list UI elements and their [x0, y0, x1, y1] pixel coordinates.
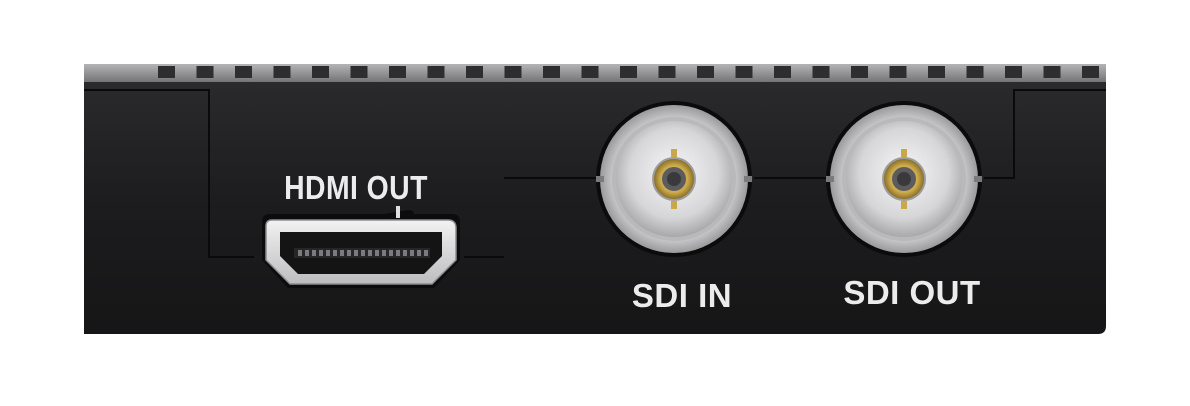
bnc-connector-icon: [596, 101, 752, 257]
vent-slot: [928, 66, 945, 78]
vent-slot: [504, 66, 522, 78]
vent-slot: [697, 66, 714, 78]
vent-slot: [235, 66, 252, 78]
vent-slot: [620, 66, 637, 78]
vent-slot: [543, 66, 560, 78]
hdmi-pin: [361, 250, 365, 256]
hdmi-pin: [389, 250, 393, 256]
hdmi-pin: [340, 250, 344, 256]
sdi-out-label: SDI OUT: [843, 274, 981, 311]
hdmi-out-label: HDMI OUT: [284, 169, 428, 206]
converter-device: HDMI OUT SDI IN SDI OUT: [84, 64, 1106, 334]
vent-slot: [158, 66, 175, 78]
hdmi-pin: [382, 250, 386, 256]
vent-slot: [196, 66, 214, 78]
vent-slot: [1082, 66, 1099, 78]
vent-slot: [389, 66, 406, 78]
hdmi-pin: [305, 250, 309, 256]
vent-slot: [312, 66, 329, 78]
hdmi-pin: [326, 250, 330, 256]
hdmi-pin: [354, 250, 358, 256]
vent-slot: [735, 66, 753, 78]
vent-slot: [812, 66, 830, 78]
hdmi-pin: [417, 250, 421, 256]
vent-slot: [889, 66, 907, 78]
vent-slot: [1043, 66, 1061, 78]
hdmi-pin: [347, 250, 351, 256]
bnc-connector-icon: [826, 101, 982, 257]
hdmi-pin: [319, 250, 323, 256]
vent-slot: [1005, 66, 1022, 78]
vent-slot: [774, 66, 791, 78]
vent-slot: [273, 66, 291, 78]
vent-slot: [427, 66, 445, 78]
hdmi-pin: [424, 250, 428, 256]
hdmi-pin: [333, 250, 337, 256]
hdmi-pin: [312, 250, 316, 256]
hdmi-pin: [375, 250, 379, 256]
hdmi-pin: [410, 250, 414, 256]
vent-slot: [851, 66, 868, 78]
hdmi-pin: [368, 250, 372, 256]
hdmi-pin: [396, 250, 400, 256]
vent-slot: [350, 66, 368, 78]
vent-slot: [966, 66, 984, 78]
sdi-in-label: SDI IN: [631, 277, 733, 314]
hdmi-pin: [298, 250, 302, 256]
hdmi-pin: [403, 250, 407, 256]
hdmi-port-icon: [262, 206, 460, 288]
vent-slot: [658, 66, 676, 78]
vent-slot: [466, 66, 483, 78]
vent-slot: [581, 66, 599, 78]
